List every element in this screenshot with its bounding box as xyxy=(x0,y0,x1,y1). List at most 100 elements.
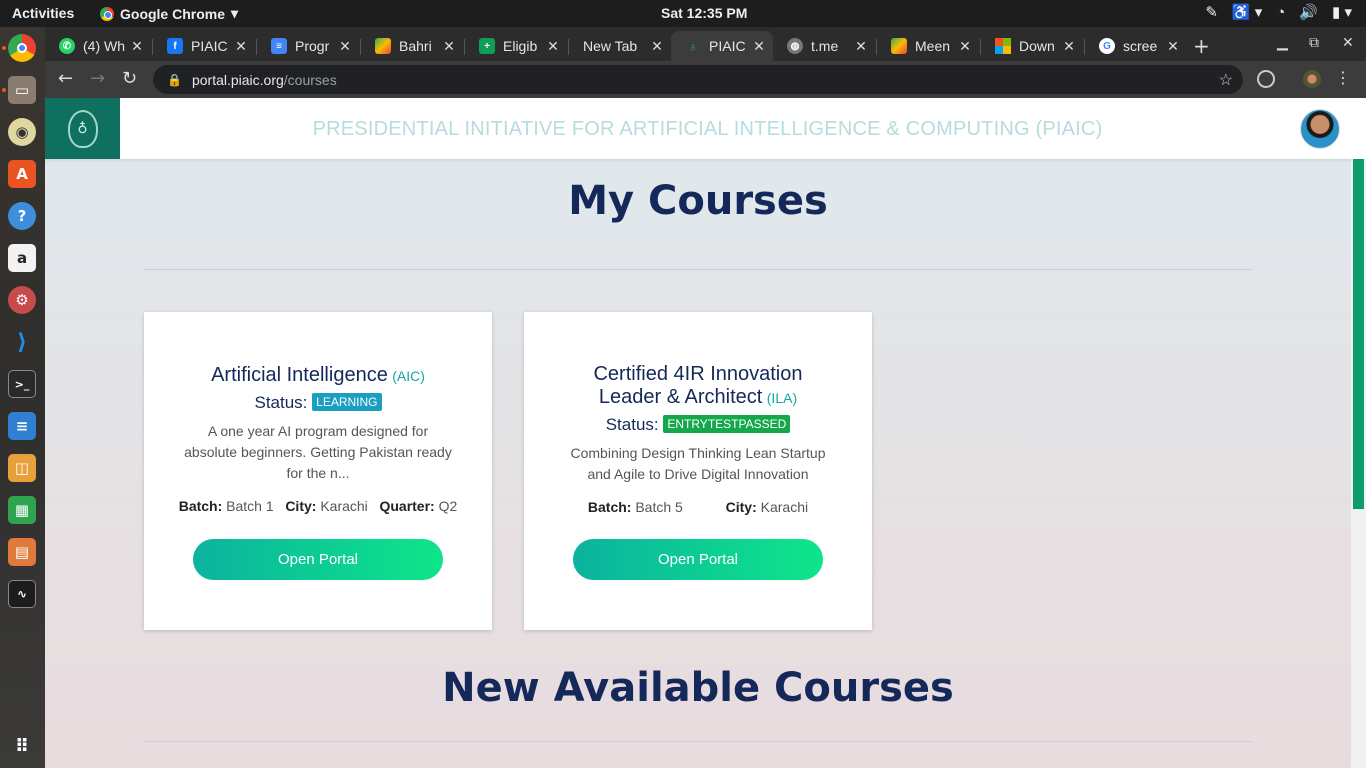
address-bar[interactable]: 🔒 portal.piaic.org/courses ☆ xyxy=(153,65,1243,94)
piaic-icon: ♁ xyxy=(688,38,698,54)
writer-icon[interactable]: ≡ xyxy=(8,412,36,440)
chrome-tab-strip: ✆ (4) Wh ✕ f PIAIC ✕ ≡ Progr ✕ Bahri ✕ +… xyxy=(45,27,1366,61)
scrollbar[interactable] xyxy=(1351,159,1366,768)
close-icon[interactable]: ✕ xyxy=(649,38,665,55)
window-close-icon[interactable]: ✕ xyxy=(1342,35,1354,51)
new-courses-heading: New Available Courses xyxy=(442,665,954,711)
bookmark-star-icon[interactable]: ☆ xyxy=(1219,70,1233,90)
tab-whatsapp[interactable]: ✆ (4) Wh ✕ xyxy=(45,31,151,61)
close-icon[interactable]: ✕ xyxy=(441,38,457,55)
ubuntu-dock: ▭ ◉ A ? a ⚙ ⟩ >_ ≡ ◫ ▦ ▤ ∿ ⠿ xyxy=(0,27,45,768)
google-icon: G xyxy=(1099,38,1115,54)
batch-label: Batch: xyxy=(178,498,223,514)
course-description: A one year AI program designed for absol… xyxy=(184,423,452,481)
tab-new-tab[interactable]: New Tab ✕ xyxy=(569,31,671,61)
speedometer-extension-icon[interactable] xyxy=(1257,70,1275,88)
close-icon[interactable]: ✕ xyxy=(545,38,561,55)
piaic-seal-icon: ♁ xyxy=(67,109,98,148)
city-label: City: xyxy=(285,498,317,514)
tab-download[interactable]: Down ✕ xyxy=(981,31,1083,61)
back-button[interactable]: ← xyxy=(58,68,73,89)
volume-icon[interactable]: 🔊 xyxy=(1299,3,1318,21)
software-icon[interactable]: A xyxy=(8,160,36,188)
course-code: (AIC) xyxy=(392,368,425,384)
tab-programs[interactable]: ≡ Progr ✕ xyxy=(257,31,359,61)
course-meta: Batch: Batch 5 City: Karachi xyxy=(524,499,872,515)
rhythmbox-icon[interactable]: ◉ xyxy=(8,118,36,146)
url-host: portal.piaic.org xyxy=(191,71,284,88)
lock-icon[interactable]: 🔒 xyxy=(167,73,182,87)
system-monitor-icon[interactable]: ∿ xyxy=(8,580,36,608)
course-card-ila: Certified 4IR Innovation Leader & Archit… xyxy=(524,312,872,630)
site-header: ♁ PRESIDENTIAL INITIATIVE FOR ARTIFICIAL… xyxy=(45,98,1366,159)
course-title-block: Certified 4IR Innovation Leader & Archit… xyxy=(524,363,872,409)
batch-value: Batch 1 xyxy=(226,498,274,514)
new-tab-button[interactable]: + xyxy=(1193,34,1210,58)
avatar[interactable] xyxy=(1300,109,1340,149)
system-tray[interactable]: ✎ ♿ ▾ ◔ 🔊 ▮ ▾ xyxy=(1205,3,1352,22)
tab-eligibility[interactable]: + Eligib ✕ xyxy=(465,31,567,61)
tab-meen[interactable]: Meen ✕ xyxy=(877,31,979,61)
chrome-icon[interactable] xyxy=(8,34,36,62)
app-grid-icon[interactable]: ⠿ xyxy=(8,732,36,760)
chrome-menu-icon[interactable]: ⋮ xyxy=(1335,68,1351,87)
piaic-logo[interactable]: ♁ xyxy=(45,98,120,159)
course-card-aic: Artificial Intelligence (AIC) Status: LE… xyxy=(144,312,492,630)
color-picker-icon[interactable]: ✎ xyxy=(1205,3,1218,21)
open-portal-button[interactable]: Open Portal xyxy=(573,539,823,580)
forward-button[interactable]: → xyxy=(90,68,105,89)
close-icon[interactable]: ✕ xyxy=(853,38,869,55)
close-icon[interactable]: ✕ xyxy=(1165,38,1181,55)
battery-icon[interactable]: ▮ ▾ xyxy=(1332,3,1352,21)
course-title-line2: Leader & Architect xyxy=(598,386,763,408)
minimize-icon[interactable]: ▁ xyxy=(1277,35,1288,51)
microsoft-icon xyxy=(995,38,1011,54)
calc-icon[interactable]: ▦ xyxy=(8,496,36,524)
close-icon[interactable]: ✕ xyxy=(957,38,973,55)
maximize-icon[interactable]: ⧉ xyxy=(1309,35,1319,51)
accessibility-icon[interactable]: ♿ ▾ xyxy=(1232,3,1262,21)
tab-title: PIAIC xyxy=(191,38,228,54)
tab-title: Meen xyxy=(915,38,951,54)
active-indicator xyxy=(2,46,6,50)
close-icon[interactable]: ✕ xyxy=(337,38,353,55)
reload-button[interactable]: ↻ xyxy=(122,68,137,89)
tab-piaic-facebook[interactable]: f PIAIC ✕ xyxy=(153,31,255,61)
close-icon[interactable]: ✕ xyxy=(233,38,249,55)
city-value: Karachi xyxy=(760,499,809,515)
docs-icon: ≡ xyxy=(271,38,287,54)
course-title-line1: Certified 4IR Innovation xyxy=(593,363,803,385)
url-path: /courses xyxy=(283,71,337,88)
files-icon[interactable]: ▭ xyxy=(8,76,36,104)
tab-bahria[interactable]: Bahri ✕ xyxy=(361,31,463,61)
quarter-label: Quarter: xyxy=(379,498,435,514)
impress-icon[interactable]: ◫ xyxy=(8,454,36,482)
activities-button[interactable]: Activities xyxy=(12,5,74,21)
close-icon[interactable]: ✕ xyxy=(129,38,145,55)
tab-piaic-active[interactable]: ♁ PIAIC ✕ xyxy=(671,31,773,61)
chrome-toolbar: ← → ↻ 🔒 portal.piaic.org/courses ☆ ⋮ xyxy=(45,61,1366,98)
settings-icon[interactable]: ⚙ xyxy=(8,286,36,314)
app-menu[interactable]: Google Chrome ▾ xyxy=(100,5,238,22)
close-icon[interactable]: ✕ xyxy=(1061,38,1077,55)
terminal-icon[interactable]: >_ xyxy=(8,370,36,398)
amazon-icon[interactable]: a xyxy=(8,244,36,272)
close-icon[interactable]: ✕ xyxy=(751,38,767,55)
clock[interactable]: Sat 12:35 PM xyxy=(661,5,747,21)
divider xyxy=(143,269,1253,270)
maps-icon xyxy=(891,38,907,54)
open-portal-button[interactable]: Open Portal xyxy=(193,539,443,580)
presentation-icon[interactable]: ▤ xyxy=(8,538,36,566)
tab-screenshot[interactable]: G scree ✕ xyxy=(1085,31,1187,61)
profile-icon[interactable] xyxy=(1303,70,1321,88)
scrollbar-thumb[interactable] xyxy=(1353,159,1364,509)
status-label: Status: xyxy=(254,393,308,412)
vscode-icon[interactable]: ⟩ xyxy=(8,328,36,356)
status-badge: ENTRYTESTPASSED xyxy=(663,415,791,433)
help-icon[interactable]: ? xyxy=(8,202,36,230)
wifi-icon[interactable]: ◔ xyxy=(1276,4,1285,21)
tab-telegram[interactable]: ◍ t.me ✕ xyxy=(773,31,875,61)
course-title: Artificial Intelligence xyxy=(211,364,388,386)
tab-title: Down xyxy=(1019,38,1055,54)
sheets-icon: + xyxy=(479,38,495,54)
